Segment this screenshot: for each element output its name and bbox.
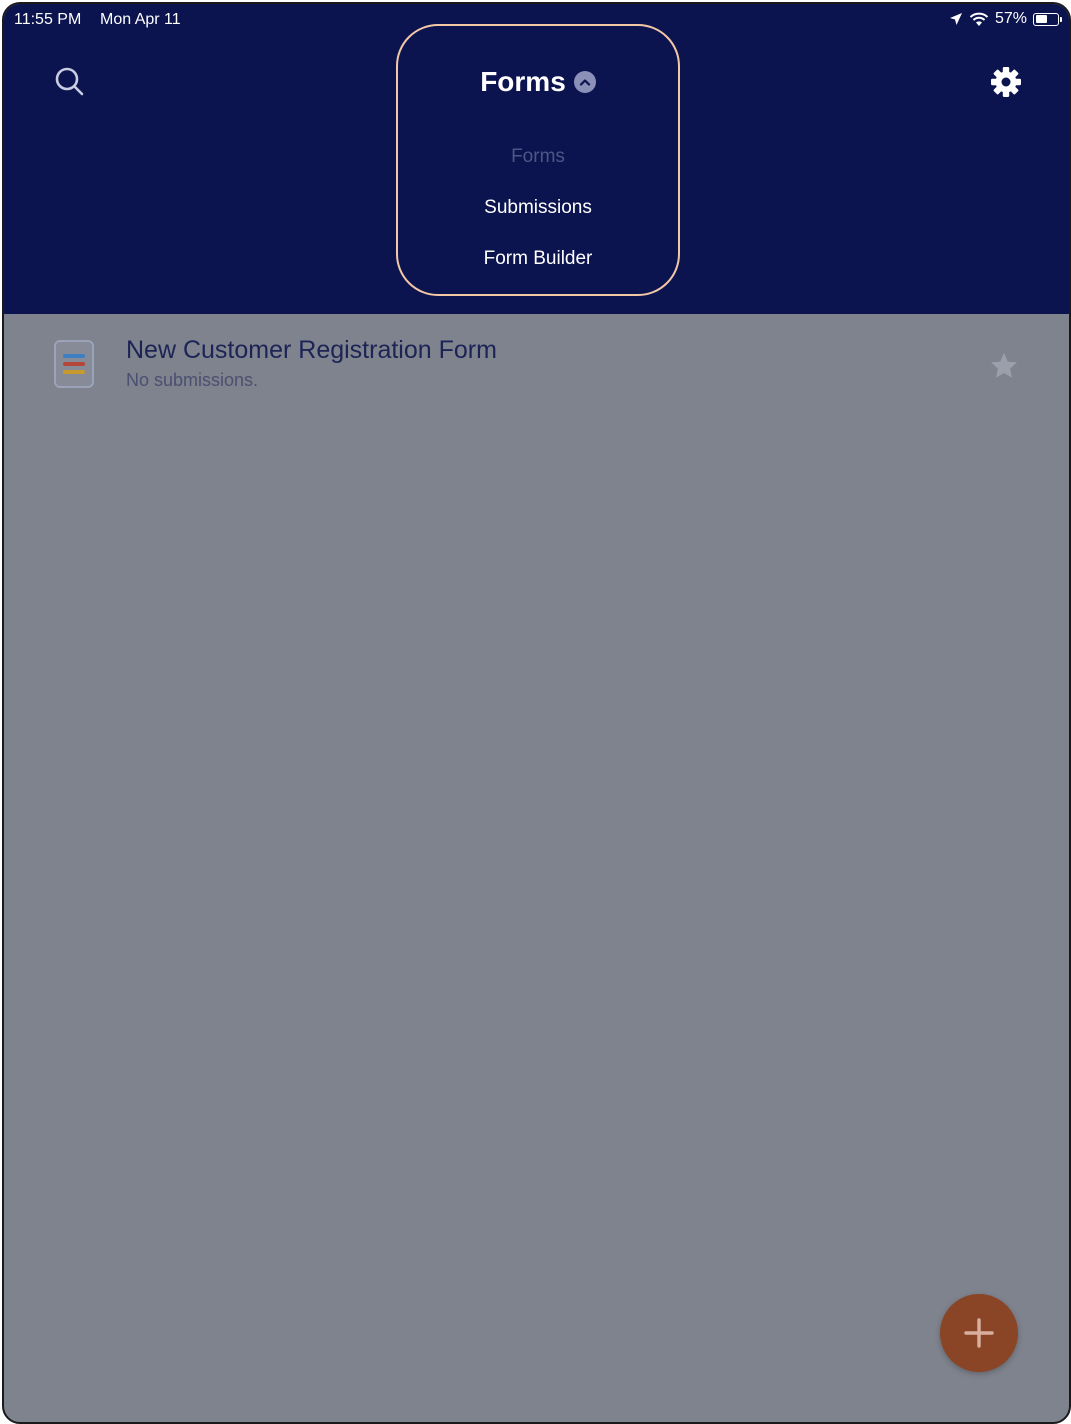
section-switcher-dropdown: Forms Forms Submissions Form Builder <box>396 24 680 296</box>
dropdown-option-forms[interactable]: Forms <box>398 146 678 168</box>
chevron-up-icon <box>573 71 596 93</box>
app-screen: 11:55 PM Mon Apr 11 57% Forms Forms Subm… <box>2 2 1071 1424</box>
status-indicators: 57% <box>949 10 1062 28</box>
search-icon <box>55 67 84 96</box>
plus-icon <box>964 1318 994 1348</box>
battery-level <box>1035 15 1047 23</box>
battery-icon <box>1033 12 1062 26</box>
app-header: 11:55 PM Mon Apr 11 57% Forms Forms Subm… <box>4 4 1069 314</box>
gear-icon <box>991 67 1021 97</box>
current-section-title: Forms <box>480 66 566 97</box>
location-arrow-icon <box>949 13 962 25</box>
form-document-icon <box>54 340 94 388</box>
form-title: New Customer Registration Form <box>126 336 497 364</box>
favorite-button[interactable] <box>988 350 1020 382</box>
status-date: Mon Apr 11 <box>100 11 181 28</box>
settings-button[interactable] <box>986 62 1026 102</box>
battery-percent: 57% <box>994 10 1027 27</box>
wifi-icon <box>969 12 989 26</box>
search-button[interactable] <box>52 64 88 100</box>
add-form-button[interactable] <box>940 1294 1018 1372</box>
list-item[interactable]: New Customer Registration Form No submis… <box>4 316 1069 412</box>
section-switcher-toggle[interactable]: Forms <box>398 66 678 98</box>
status-time: 11:55 PM <box>14 11 82 28</box>
form-submission-count: No submissions. <box>126 370 259 390</box>
dropdown-option-submissions[interactable]: Submissions <box>398 197 678 219</box>
star-icon <box>991 353 1017 378</box>
dropdown-option-form-builder[interactable]: Form Builder <box>398 248 678 270</box>
